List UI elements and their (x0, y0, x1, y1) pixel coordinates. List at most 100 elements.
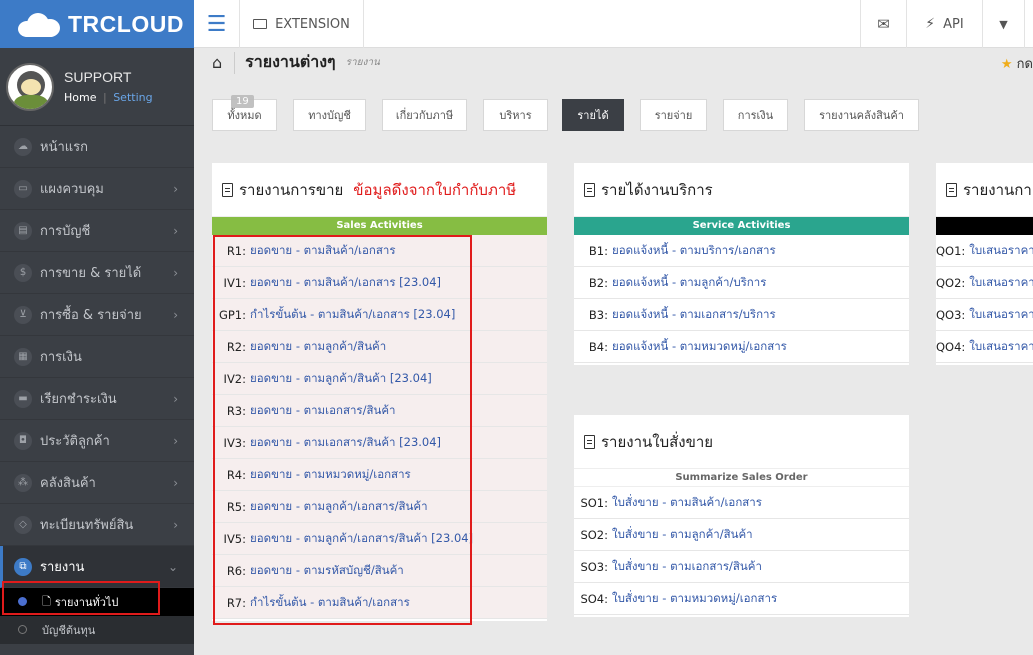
filter-tax-button[interactable]: เกี่ยวกับภาษี (382, 99, 467, 131)
monitor-icon (253, 19, 268, 29)
count-badge: 19 (231, 95, 254, 108)
report-link[interactable]: ยอดแจ้งหนี้ - ตามหมวดหมู่/เอกสาร (612, 338, 787, 356)
sidebar-item-inventory[interactable]: ⁂ คลังสินค้า › (0, 462, 194, 504)
report-code: SO1: (580, 495, 608, 510)
diamond-icon: ◇ (14, 515, 32, 534)
filter-management-button[interactable]: บริหาร (483, 99, 548, 131)
service-report-panel: รายได้งานบริการ Service Activities B1: ยอ… (574, 163, 909, 365)
chevron-right-icon: › (173, 433, 178, 448)
report-row: SO1: ใบสั่งขาย - ตามสินค้า/เอกสาร (574, 487, 909, 519)
panel-header: รายได้งานบริการ (574, 163, 909, 217)
chevron-down-icon: ⌄ (167, 559, 178, 574)
star-icon: ★ (1000, 57, 1013, 72)
topbar-spacer (364, 0, 861, 47)
sidebar-item-purchase[interactable]: ⊻ การซื้อ & รายจ่าย › (0, 294, 194, 336)
report-code: SO3: (580, 559, 608, 574)
sidebar-item-label: การเงิน (40, 350, 82, 365)
setting-link[interactable]: Setting (113, 91, 152, 104)
highlight-box (213, 235, 472, 625)
report-row: QO3: ใบเสนอราคา (936, 299, 1033, 331)
page-subtitle: รายงาน (345, 57, 380, 68)
report-row: B2: ยอดแจ้งหนี้ - ตามลูกค้า/บริการ (574, 267, 909, 299)
filter-all-button[interactable]: 19 ทั้งหมด (212, 95, 277, 131)
report-row: SO2: ใบสั่งขาย - ตามลูกค้า/สินค้า (574, 519, 909, 551)
sidebar-item-label: รายงาน (40, 560, 85, 575)
avatar[interactable] (6, 62, 54, 111)
report-link[interactable]: ยอดแจ้งหนี้ - ตามลูกค้า/บริการ (612, 274, 766, 292)
report-link[interactable]: ใบสั่งขาย - ตามสินค้า/เอกสาร (612, 494, 762, 512)
sidebar-item-label: คลังสินค้า (40, 476, 96, 491)
panel-header: รายงานใบสั่งขาย (574, 415, 909, 469)
filter-label: บริหาร (499, 109, 532, 122)
report-link[interactable]: ยอดแจ้งหนี้ - ตามบริการ/เอกสาร (612, 242, 776, 260)
sidebar-item-label: เรียกชำระเงิน (40, 392, 117, 407)
extension-button[interactable]: EXTENSION (240, 0, 364, 48)
top-bar: ☰ EXTENSION ✉ ⚡ API ▼ (194, 0, 1033, 48)
report-code: B1: (588, 243, 608, 258)
panel-title: รายงานการขาย (239, 180, 344, 199)
report-list: QO1: ใบเสนอราคา QO2: ใบเสนอราคา QO3: ใบเสนอรา… (936, 235, 1033, 363)
report-list: SO1: ใบสั่งขาย - ตามสินค้า/เอกสาร SO2: ใบสั… (574, 487, 909, 615)
cloud-logo-icon (18, 11, 62, 37)
report-link[interactable]: ใบเสนอราคา (969, 338, 1033, 356)
sidebar-item-accounting[interactable]: ▤ การบัญชี › (0, 210, 194, 252)
caret-down-icon: ▼ (999, 17, 1008, 31)
plug-icon: ⚡ (925, 16, 936, 32)
report-link[interactable]: ยอดแจ้งหนี้ - ตามเอกสาร/บริการ (612, 306, 776, 324)
dropdown-button[interactable]: ▼ (983, 0, 1025, 48)
sidebar: TRCLOUD SUPPORT Home | Setting ☁ หน้าแรก… (0, 0, 194, 655)
sidebar-item-assets[interactable]: ◇ ทะเบียนทรัพย์สิน › (0, 504, 194, 546)
brand-name: TRCLOUD (68, 10, 184, 37)
sidebar-item-dashboard[interactable]: ▭ แผงควบคุม › (0, 168, 194, 210)
report-link[interactable]: ใบเสนอราคา (969, 274, 1033, 292)
document-icon (584, 434, 595, 449)
report-code: QO2: (936, 275, 966, 290)
report-row: SO3: ใบสั่งขาย - ตามเอกสาร/สินค้า (574, 551, 909, 583)
chevron-right-icon: › (173, 391, 178, 406)
filter-label: ทั้งหมด (227, 109, 262, 122)
filter-label: รายงานคลังสินค้า (819, 109, 904, 122)
document-icon (946, 182, 957, 197)
sidebar-item-billing[interactable]: ▬ เรียกชำระเงิน › (0, 378, 194, 420)
report-link[interactable]: ใบเสนอราคา (969, 306, 1033, 324)
sidebar-item-home[interactable]: ☁ หน้าแรก (0, 126, 194, 168)
mail-button[interactable]: ✉ (861, 0, 907, 48)
filter-inventory-button[interactable]: รายงานคลังสินค้า (804, 99, 919, 131)
home-link[interactable]: Home (64, 91, 96, 104)
topbar-edge (1025, 0, 1033, 48)
report-code: B2: (588, 275, 608, 290)
favorite-button[interactable]: ★ กด (1001, 53, 1033, 74)
report-link[interactable]: ใบสั่งขาย - ตามเอกสาร/สินค้า (612, 558, 762, 576)
page-title: รายงานต่างๆ (245, 52, 336, 71)
chevron-right-icon: › (173, 307, 178, 322)
sidebar-item-sales[interactable]: $ การขาย & รายได้ › (0, 252, 194, 294)
filter-expense-button[interactable]: รายจ่าย (640, 99, 707, 131)
divider (234, 51, 236, 74)
brand-logo[interactable]: TRCLOUD (0, 0, 194, 48)
filter-revenue-button[interactable]: รายได้ (562, 99, 624, 131)
sidebar-item-label: ทะเบียนทรัพย์สิน (40, 518, 134, 533)
sidebar-item-customer[interactable]: ◘ ประวัติลูกค้า › (0, 420, 194, 462)
chevron-right-icon: › (173, 181, 178, 196)
document-icon (222, 182, 233, 197)
section-band: Service Activities (574, 217, 909, 235)
filter-finance-button[interactable]: การเงิน (723, 99, 788, 131)
panel-header: รายงานการขาย ข้อมูลดึงจากใบกำกับภาษี (212, 163, 547, 217)
report-link[interactable]: ใบสั่งขาย - ตามหมวดหมู่/เอกสาร (612, 590, 777, 608)
report-link[interactable]: ใบสั่งขาย - ตามลูกค้า/สินค้า (612, 526, 753, 544)
section-band: Summarize Sales Order (574, 469, 909, 487)
filter-accounting-button[interactable]: ทางบัญชี (293, 99, 366, 131)
filter-label: เกี่ยวกับภาษี (395, 109, 454, 122)
panel-header: รายงานกา (936, 163, 1033, 217)
report-link[interactable]: ใบเสนอราคา (969, 242, 1033, 260)
bullet-icon (18, 625, 27, 634)
sidebar-item-finance[interactable]: ▦ การเงิน (0, 336, 194, 378)
user-profile: SUPPORT Home | Setting (0, 48, 194, 126)
report-code: QO4: (936, 339, 966, 354)
sidebar-subitem-cost-accounting[interactable]: บัญชีต้นทุน (0, 616, 194, 644)
filter-label: รายได้ (577, 109, 609, 122)
api-button[interactable]: ⚡ API (907, 0, 983, 48)
panel-title: รายได้งานบริการ (601, 180, 713, 199)
home-icon[interactable]: ⌂ (212, 53, 222, 72)
menu-toggle-button[interactable]: ☰ (194, 0, 240, 48)
